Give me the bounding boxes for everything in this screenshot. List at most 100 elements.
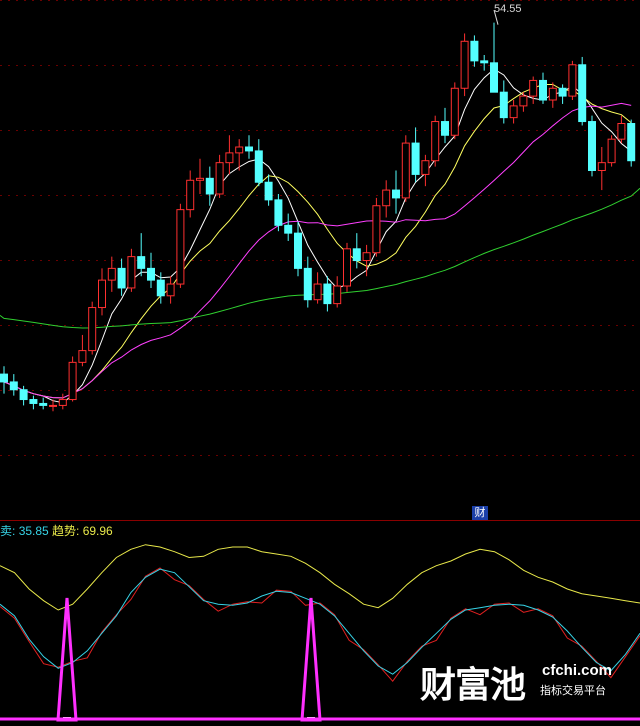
candle-body <box>215 162 224 195</box>
candle <box>29 395 38 410</box>
candle-body <box>58 399 67 406</box>
candle <box>607 135 616 167</box>
candle-body <box>362 252 371 262</box>
candle <box>205 166 214 206</box>
candle-body <box>0 373 8 383</box>
candle-body <box>68 361 77 401</box>
candle-body <box>166 283 175 297</box>
candle <box>254 139 263 187</box>
candle <box>88 301 97 355</box>
candle <box>539 72 547 104</box>
watermark-tagline: 指标交易平台 <box>540 685 606 697</box>
sell-value: 35.85 <box>18 524 49 538</box>
candle-body <box>274 199 283 226</box>
candle <box>117 258 126 296</box>
candle-body <box>480 60 489 64</box>
candle-body <box>627 123 636 162</box>
candle-body <box>509 105 518 119</box>
candle <box>372 197 381 257</box>
candle-body <box>127 256 136 289</box>
candle-body <box>539 79 547 101</box>
candle <box>274 193 283 232</box>
trend-value: 69.96 <box>82 524 113 538</box>
candle-body <box>235 146 244 154</box>
candle <box>401 135 410 202</box>
candle <box>392 170 400 214</box>
candle <box>519 92 528 112</box>
signal-spike-outline <box>56 597 78 722</box>
candle-body <box>607 138 616 164</box>
candle <box>597 147 606 191</box>
candle-body <box>392 189 400 199</box>
candle <box>196 158 204 194</box>
candle-body <box>597 162 606 171</box>
candle-body <box>519 95 528 107</box>
candle <box>480 54 489 71</box>
candle <box>147 252 155 288</box>
candle <box>294 221 302 277</box>
candle <box>215 154 224 198</box>
candle <box>441 107 449 144</box>
sell-line <box>0 568 640 675</box>
candle <box>186 170 195 218</box>
candle-body <box>470 40 479 62</box>
candle <box>421 154 430 187</box>
candle <box>411 127 420 183</box>
candle-body <box>490 62 498 93</box>
candle-body <box>372 205 381 254</box>
candle-body <box>156 279 165 297</box>
trend-line <box>0 544 640 611</box>
candle-body <box>401 142 410 199</box>
candle <box>127 248 136 292</box>
indicator-trend-readout: 趋势: 69.96 <box>52 522 113 539</box>
candle-body <box>313 283 322 301</box>
candle-body <box>245 146 253 152</box>
grid <box>0 0 640 521</box>
sell-label: 卖: <box>0 524 16 538</box>
candle <box>137 233 146 277</box>
candle <box>9 374 18 396</box>
candle <box>284 213 293 241</box>
candle-body <box>617 123 626 140</box>
signal-spike-outline <box>300 597 322 722</box>
candle <box>343 242 351 292</box>
candle-body <box>352 248 361 262</box>
candle-body <box>499 91 508 119</box>
candle-body <box>88 307 97 352</box>
candle-body <box>343 248 351 287</box>
candle-body <box>284 224 293 234</box>
finance-badge[interactable]: 财 <box>472 506 488 520</box>
candle-body <box>264 181 273 201</box>
candle-body <box>205 177 214 195</box>
indicator-sell-readout: 卖: 35.85 <box>0 522 49 539</box>
candle-body <box>548 87 557 101</box>
candle <box>450 82 459 140</box>
candle-body <box>196 177 204 181</box>
candle-body <box>254 150 263 183</box>
candle <box>558 84 567 104</box>
candle-body <box>568 64 577 97</box>
candle <box>323 276 332 312</box>
candle <box>78 334 87 367</box>
candle <box>98 268 106 316</box>
candle <box>264 174 273 206</box>
candle-body <box>186 179 195 211</box>
candle-body <box>529 79 538 97</box>
candle <box>529 76 538 104</box>
candle <box>333 276 342 308</box>
candles <box>0 22 636 412</box>
candle-body <box>421 160 430 175</box>
candle <box>470 35 479 67</box>
candle-body <box>460 40 469 89</box>
ma20-line <box>3 102 632 399</box>
candle-body <box>176 209 185 285</box>
candle <box>58 393 67 410</box>
candle-body <box>441 121 449 136</box>
candle-body <box>9 381 18 391</box>
candle <box>352 233 361 269</box>
candle-body <box>431 121 440 162</box>
candle <box>313 272 322 304</box>
candle <box>176 203 185 288</box>
candle <box>578 56 587 126</box>
candle-body <box>39 402 48 406</box>
